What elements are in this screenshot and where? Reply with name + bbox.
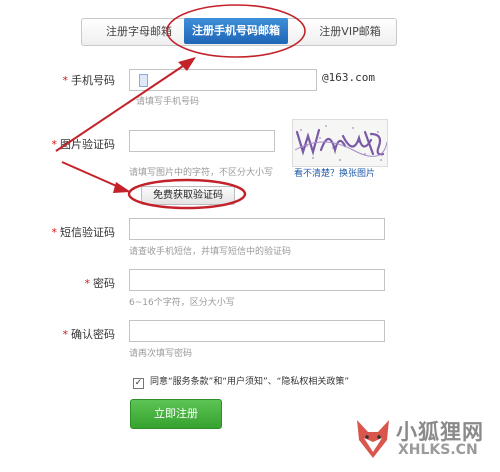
register-button[interactable]: 立即注册: [130, 399, 222, 429]
get-sms-code-button[interactable]: 免费获取验证码: [141, 186, 235, 205]
text-cursor-icon: [139, 74, 148, 87]
phone-input[interactable]: [129, 69, 317, 91]
site-watermark: 小狐狸网 XHLKS.CN: [354, 416, 494, 466]
required-star: *: [62, 74, 69, 87]
tab-letter-email[interactable]: 注册字母邮箱: [94, 19, 184, 45]
sms-label: * 短信验证码: [51, 226, 116, 239]
captcha-hint: 请填写图片中的字符，不区分大小写: [129, 168, 274, 178]
confirm-password-hint: 请再次填写密码: [129, 349, 193, 359]
fox-logo-icon: [357, 420, 389, 458]
password-label: * 密码: [84, 277, 116, 290]
sms-code-input[interactable]: [129, 218, 385, 240]
email-domain-suffix: @163.com: [322, 71, 375, 84]
refresh-captcha-link[interactable]: 看不清楚？换张图片: [294, 166, 375, 179]
captcha-label: * 图片验证码: [51, 138, 116, 151]
sms-hint: 请查收手机短信，并填写短信中的验证码: [129, 247, 292, 257]
password-input[interactable]: [129, 269, 385, 291]
phone-hint: 请填写手机号码: [136, 97, 200, 107]
confirm-password-label: * 确认密码: [62, 328, 116, 341]
phone-label: * 手机号码: [62, 74, 116, 87]
watermark-domain: XHLKS.CN: [398, 442, 478, 458]
annotation-arrow-button: [61, 161, 131, 193]
agreement-text[interactable]: 同意“服务条款”和“用户须知”、“隐私权相关政策”: [150, 377, 349, 387]
confirm-password-input[interactable]: [129, 320, 385, 342]
tab-vip-email[interactable]: 注册VIP邮箱: [310, 19, 390, 45]
agreement-row: ✓ 同意“服务条款”和“用户须知”、“隐私权相关政策”: [133, 374, 349, 389]
captcha-image: [292, 119, 388, 167]
password-hint: 6~16个字符，区分大小写: [129, 298, 235, 308]
captcha-input[interactable]: [129, 130, 275, 152]
tab-mobile-email[interactable]: 注册手机号码邮箱: [184, 18, 288, 44]
agreement-checkbox[interactable]: ✓: [133, 378, 144, 389]
